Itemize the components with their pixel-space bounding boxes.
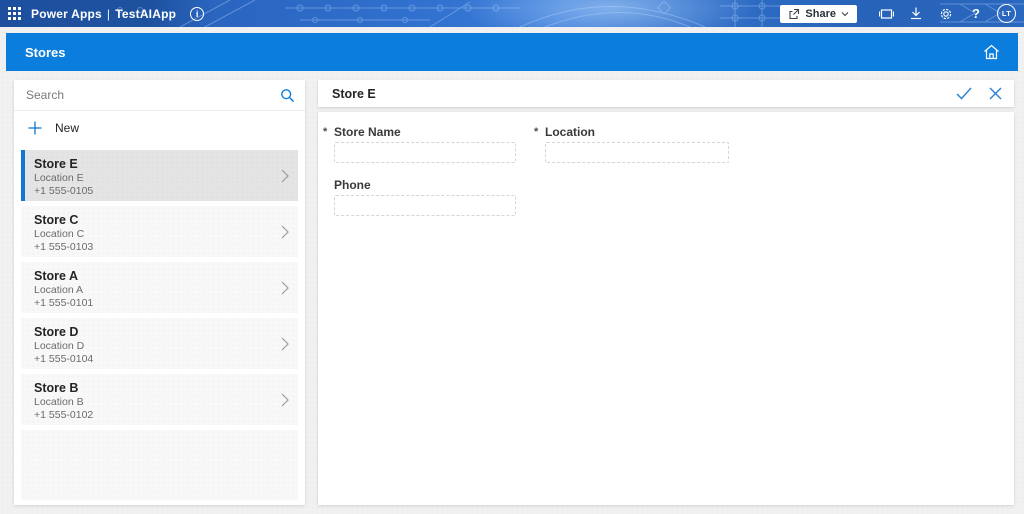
store-list-item[interactable]: Store D Location D +1 555-0104 bbox=[21, 318, 298, 369]
share-label: Share bbox=[805, 7, 836, 20]
help-glyph: ? bbox=[972, 6, 980, 21]
required-marker: * bbox=[323, 126, 328, 138]
store-list-item[interactable]: Store B Location B +1 555-0102 bbox=[21, 374, 298, 425]
chevron-right-icon bbox=[281, 281, 289, 294]
store-location: Location C bbox=[34, 228, 85, 240]
chevron-right-icon bbox=[281, 337, 289, 350]
location-input[interactable] bbox=[545, 142, 729, 163]
field-label-row: * Location bbox=[534, 125, 729, 139]
field-label-row: * Store Name bbox=[323, 125, 516, 139]
download-icon[interactable] bbox=[901, 0, 931, 27]
field-label: Phone bbox=[334, 178, 371, 192]
title-divider: | bbox=[106, 6, 111, 21]
store-name: Store C bbox=[34, 213, 79, 227]
store-phone: +1 555-0104 bbox=[34, 353, 94, 365]
store-phone: +1 555-0102 bbox=[34, 409, 94, 421]
topbar-right: Share ? LT bbox=[780, 0, 1024, 27]
app-title: Power Apps | TestAIApp bbox=[31, 7, 176, 21]
store-location: Location B bbox=[34, 396, 84, 408]
store-location: Location E bbox=[34, 172, 84, 184]
store-list: Store E Location E +1 555-0105 Store C L… bbox=[14, 150, 305, 425]
detail-actions bbox=[956, 87, 1002, 100]
share-button[interactable]: Share bbox=[780, 4, 857, 23]
info-icon[interactable]: i bbox=[190, 6, 205, 21]
store-list-item[interactable]: Store C Location C +1 555-0103 bbox=[21, 206, 298, 257]
new-record-button[interactable]: New bbox=[14, 111, 305, 145]
empty-list-item bbox=[21, 430, 298, 500]
search-icon[interactable] bbox=[280, 88, 295, 103]
settings-gear-icon[interactable] bbox=[931, 0, 961, 27]
plus-icon bbox=[28, 121, 42, 135]
field-phone: Phone bbox=[334, 178, 516, 216]
store-phone: +1 555-0101 bbox=[34, 297, 94, 309]
store-location: Location D bbox=[34, 340, 85, 352]
field-store-name: * Store Name bbox=[323, 125, 516, 163]
avatar-initials: LT bbox=[1001, 9, 1012, 18]
detail-form-header: Store E bbox=[318, 80, 1014, 107]
detail-form-panel: * Store Name * Location Phone bbox=[318, 112, 1014, 505]
new-label: New bbox=[55, 121, 80, 135]
check-icon bbox=[956, 87, 972, 100]
store-phone: +1 555-0103 bbox=[34, 241, 94, 253]
app-name: Power Apps bbox=[31, 6, 102, 21]
chevron-right-icon bbox=[281, 393, 289, 406]
field-label-row: Phone bbox=[334, 178, 516, 192]
store-name: Store B bbox=[34, 381, 79, 395]
close-icon bbox=[989, 87, 1002, 100]
search-input[interactable] bbox=[26, 88, 280, 102]
share-icon bbox=[789, 8, 800, 19]
home-button[interactable] bbox=[983, 44, 1000, 60]
page-title: Stores bbox=[25, 44, 66, 60]
app-header-bar: Stores bbox=[6, 33, 1018, 71]
field-location: * Location bbox=[534, 125, 729, 163]
store-name: Store D bbox=[34, 325, 79, 339]
detail-title: Store E bbox=[332, 86, 376, 101]
store-name: Store E bbox=[34, 157, 78, 171]
submit-button[interactable] bbox=[956, 87, 972, 100]
help-icon[interactable]: ? bbox=[961, 0, 991, 27]
cancel-button[interactable] bbox=[989, 87, 1002, 100]
store-name-input[interactable] bbox=[334, 142, 516, 163]
waffle-menu-icon[interactable] bbox=[8, 7, 21, 20]
home-icon bbox=[984, 44, 999, 60]
search-row bbox=[14, 80, 305, 111]
store-list-panel: New Store E Location E +1 555-0105 Store… bbox=[14, 80, 305, 505]
user-avatar[interactable]: LT bbox=[997, 4, 1016, 23]
store-phone: +1 555-0105 bbox=[34, 185, 94, 197]
environment-name: TestAIApp bbox=[115, 6, 177, 21]
fit-to-screen-icon[interactable] bbox=[871, 0, 901, 27]
store-list-item[interactable]: Store A Location A +1 555-0101 bbox=[21, 262, 298, 313]
store-location: Location A bbox=[34, 284, 84, 296]
chevron-right-icon bbox=[281, 225, 289, 238]
store-list-item[interactable]: Store E Location E +1 555-0105 bbox=[21, 150, 298, 201]
required-marker: * bbox=[534, 126, 539, 138]
topbar-left: Power Apps | TestAIApp i bbox=[0, 6, 205, 21]
phone-input[interactable] bbox=[334, 195, 516, 216]
topbar: Power Apps | TestAIApp i Share ? LT bbox=[0, 0, 1024, 27]
chevron-right-icon bbox=[281, 169, 289, 182]
field-label: Store Name bbox=[334, 125, 401, 139]
field-label: Location bbox=[545, 125, 595, 139]
store-name: Store A bbox=[34, 269, 78, 283]
chevron-down-icon bbox=[841, 11, 849, 16]
